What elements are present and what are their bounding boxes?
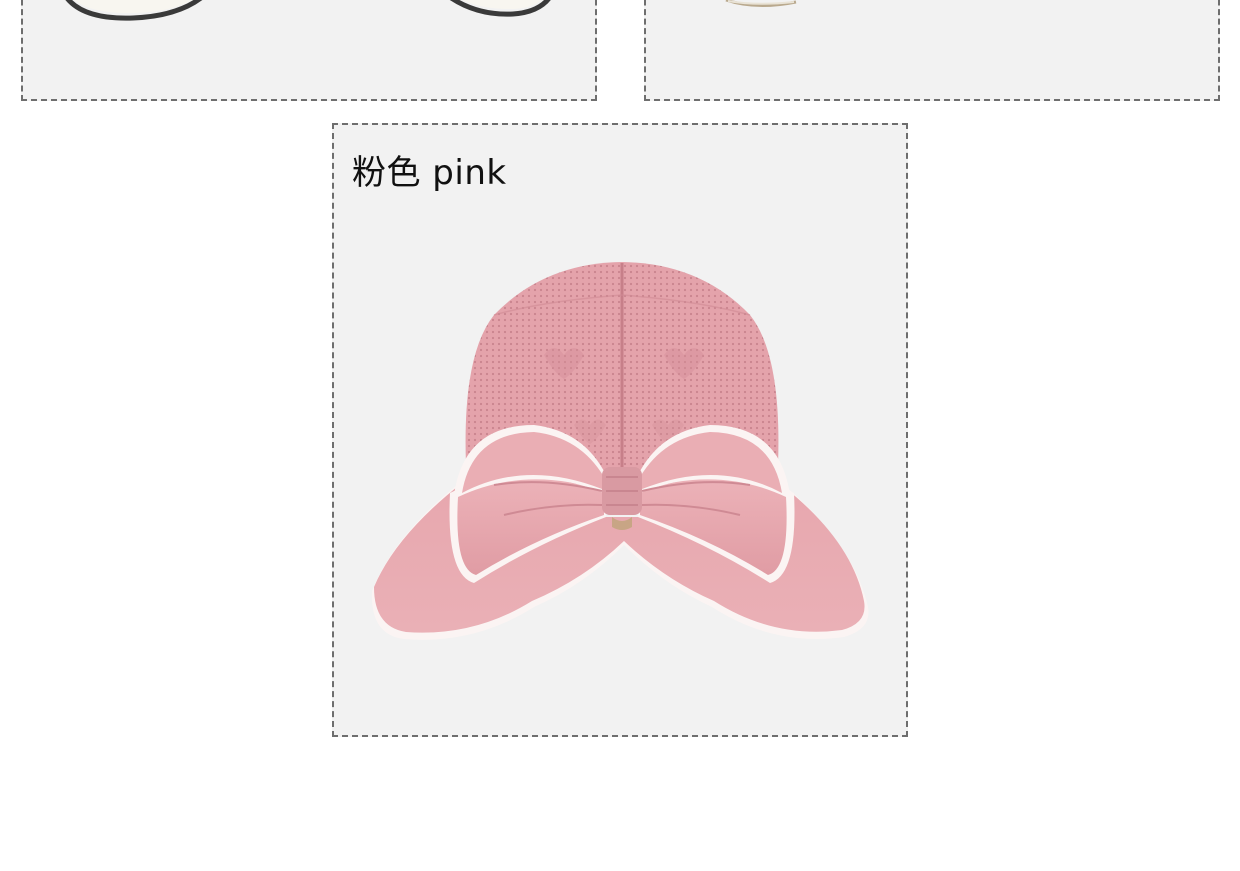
product-card-top-left bbox=[21, 0, 597, 101]
hat-image-top-left bbox=[65, 0, 551, 21]
hat-image-top-right bbox=[725, 0, 797, 8]
product-card-pink: 粉色 pink bbox=[332, 123, 908, 737]
product-card-top-right bbox=[644, 0, 1220, 101]
pink-hat-image bbox=[371, 262, 869, 640]
